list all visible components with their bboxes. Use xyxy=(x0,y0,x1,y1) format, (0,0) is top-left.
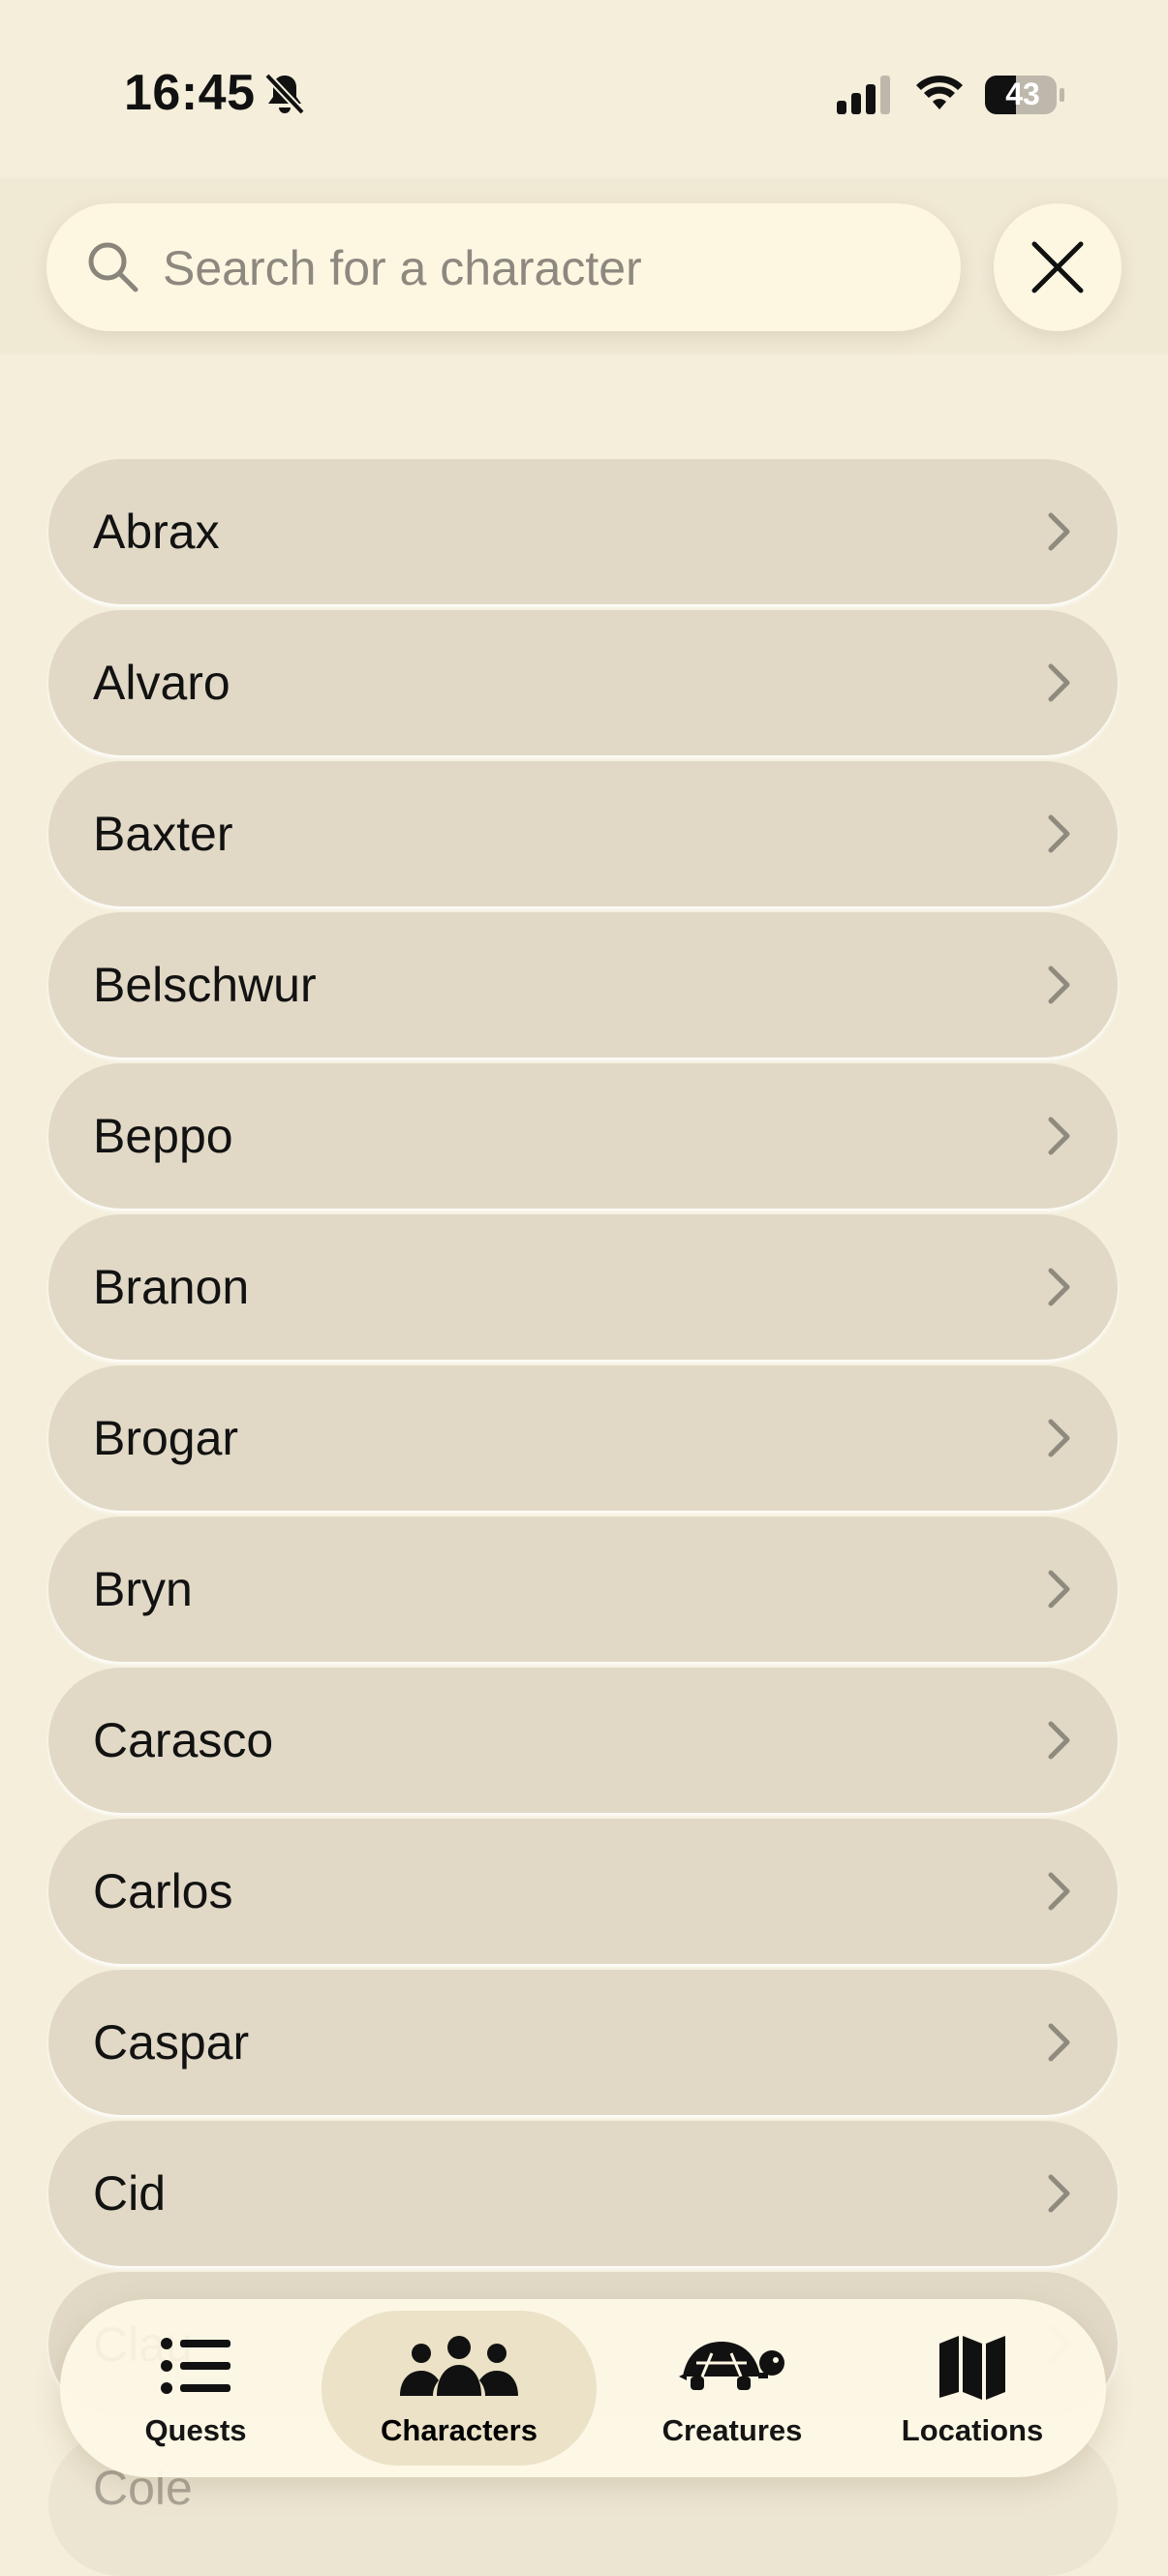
search-icon xyxy=(88,242,138,292)
list-item[interactable]: Abrax xyxy=(48,459,1118,604)
character-name: Belschwur xyxy=(93,958,317,1012)
chevron-right-icon xyxy=(1048,814,1070,853)
character-name: Branon xyxy=(93,1260,250,1314)
signal-icon xyxy=(837,76,890,114)
tab-label: Creatures xyxy=(661,2413,803,2447)
chevron-right-icon xyxy=(1048,1419,1070,1457)
character-name: Baxter xyxy=(93,807,233,861)
status-bar: 16:45 43 xyxy=(0,0,1168,184)
chevron-right-icon xyxy=(1048,2174,1070,2213)
search-input[interactable] xyxy=(161,230,939,306)
list-item[interactable]: Beppo xyxy=(48,1063,1118,1209)
list-item[interactable]: Cid xyxy=(48,2121,1118,2266)
chevron-right-icon xyxy=(1048,1117,1070,1155)
list-item[interactable]: Belschwur xyxy=(48,912,1118,1058)
character-name: Beppo xyxy=(93,1109,233,1163)
tab-characters[interactable]: Characters xyxy=(322,2299,597,2477)
wifi-icon xyxy=(916,76,963,109)
close-icon xyxy=(1031,241,1084,293)
tab-label: Characters xyxy=(381,2413,538,2447)
chevron-right-icon xyxy=(1048,1721,1070,1760)
list-item[interactable]: Carasco xyxy=(48,1668,1118,1813)
chevron-right-icon xyxy=(1048,512,1070,551)
tab-creatures[interactable]: Creatures xyxy=(618,2299,846,2477)
list-item[interactable]: Carlos xyxy=(48,1819,1118,1964)
list-item[interactable]: Bryn xyxy=(48,1517,1118,1662)
tab-locations[interactable]: Locations xyxy=(866,2299,1079,2477)
bell-slash-icon xyxy=(264,73,305,115)
character-name: Abrax xyxy=(93,505,220,559)
list-icon xyxy=(161,2338,231,2394)
group-icon xyxy=(400,2336,518,2396)
battery-level: 43 xyxy=(1005,77,1040,111)
character-name: Carlos xyxy=(93,1864,233,1918)
character-name: Caspar xyxy=(93,2015,250,2070)
list-item[interactable]: Baxter xyxy=(48,761,1118,906)
character-name: Alvaro xyxy=(93,656,231,710)
list-item[interactable]: Branon xyxy=(48,1214,1118,1360)
chevron-right-icon xyxy=(1048,2023,1070,2062)
chevron-right-icon xyxy=(1048,1570,1070,1609)
map-icon xyxy=(939,2336,1005,2400)
turtle-icon xyxy=(679,2342,784,2390)
character-name: Cid xyxy=(93,2166,167,2221)
list-item[interactable]: Alvaro xyxy=(48,610,1118,755)
character-name: Carasco xyxy=(93,1713,274,1767)
list-item[interactable]: Caspar xyxy=(48,1970,1118,2115)
character-name: Brogar xyxy=(93,1411,239,1465)
chevron-right-icon xyxy=(1048,966,1070,1004)
tab-bar: Quests Characters Creatures Locations xyxy=(60,2299,1106,2477)
tab-quests[interactable]: Quests xyxy=(89,2299,302,2477)
tab-label: Quests xyxy=(144,2413,247,2447)
list-item[interactable]: Brogar xyxy=(48,1365,1118,1511)
character-name: Bryn xyxy=(93,1562,193,1616)
status-time: 16:45 xyxy=(124,65,256,121)
chevron-right-icon xyxy=(1048,663,1070,702)
tab-label: Locations xyxy=(901,2413,1044,2447)
close-search-button[interactable] xyxy=(994,203,1122,331)
chevron-right-icon xyxy=(1048,1268,1070,1306)
chevron-right-icon xyxy=(1048,1872,1070,1911)
